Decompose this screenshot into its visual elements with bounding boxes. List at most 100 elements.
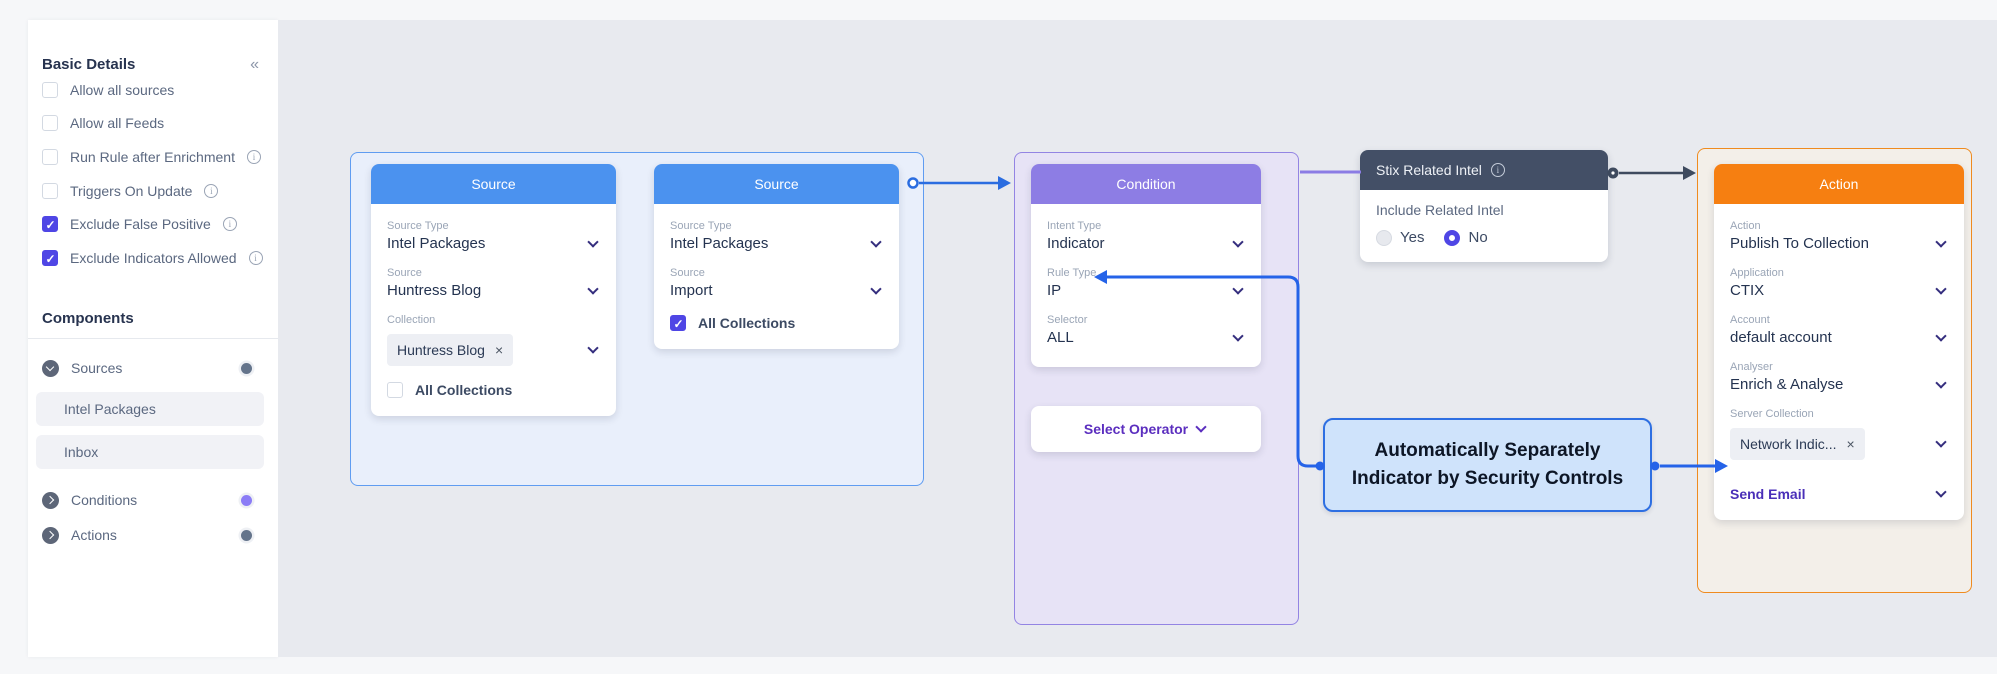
chevron-down-icon[interactable]	[1232, 235, 1244, 248]
all-collections-label: All Collections	[415, 382, 513, 398]
all-collections-label: All Collections	[698, 315, 796, 331]
action-node-header[interactable]: Action	[1714, 164, 1964, 204]
field-label: Action	[1730, 220, 1761, 232]
chevron-down-icon[interactable]	[1935, 235, 1947, 248]
checkbox[interactable]	[42, 250, 58, 266]
chevron-right-circle-icon[interactable]	[42, 526, 59, 544]
checkbox-label: Allow all Feeds	[70, 115, 165, 131]
chevron-right-circle-icon[interactable]	[42, 491, 59, 509]
group-label: Conditions	[71, 492, 138, 508]
chevron-down-icon[interactable]	[1935, 486, 1947, 498]
sources-status-dot	[241, 362, 252, 374]
sidebar-group-conditions[interactable]: Conditions	[42, 490, 268, 510]
stix-node-title: Stix Related Intel	[1376, 162, 1482, 178]
source-type-select[interactable]: Intel Packages	[387, 235, 600, 252]
remove-chip-icon[interactable]	[495, 343, 503, 357]
condition-group-container[interactable]: Condition Intent Type Indicator Rule Typ…	[1014, 152, 1299, 625]
condition-node[interactable]: Condition Intent Type Indicator Rule Typ…	[1031, 164, 1261, 367]
checkbox-row-allow-all-feeds: Allow all Feeds	[42, 113, 268, 133]
source-type-select[interactable]: Intel Packages	[670, 235, 883, 252]
annotation-note[interactable]: Automatically Separately Indicator by Se…	[1323, 418, 1652, 512]
chevron-down-icon[interactable]	[1935, 376, 1947, 389]
select-operator-label: Select Operator	[1083, 421, 1189, 437]
chevron-down-icon[interactable]	[1232, 282, 1244, 295]
chevron-down-icon[interactable]	[1232, 329, 1244, 342]
sidebar-group-sources[interactable]: Sources	[42, 358, 268, 378]
source-node-header[interactable]: Source	[371, 164, 616, 204]
send-email-label: Send Email	[1730, 486, 1806, 502]
source-node-header[interactable]: Source	[654, 164, 899, 204]
field-label: Selector	[1047, 314, 1088, 326]
chevron-down-icon[interactable]	[587, 342, 599, 354]
account-select[interactable]: default account	[1730, 329, 1948, 346]
group-label: Sources	[71, 360, 123, 376]
chevron-down-icon[interactable]	[587, 282, 599, 295]
workflow-canvas[interactable]: Source Source Type Intel Packages Source…	[278, 20, 1997, 657]
condition-node-header[interactable]: Condition	[1031, 164, 1261, 204]
application-select[interactable]: CTIX	[1730, 282, 1948, 299]
field-value: Publish To Collection	[1730, 235, 1869, 252]
collection-select[interactable]: Huntress Blog	[387, 334, 600, 366]
checkbox[interactable]	[42, 115, 58, 131]
action-select[interactable]: Publish To Collection	[1730, 235, 1948, 252]
action-field: Action Publish To Collection	[1730, 220, 1948, 252]
source-group-container[interactable]: Source Source Type Intel Packages Source…	[350, 152, 924, 486]
select-operator-button[interactable]: Select Operator	[1031, 406, 1261, 452]
server-collection-chip[interactable]: Network Indic...	[1730, 428, 1865, 460]
server-collection-select[interactable]: Network Indic...	[1730, 428, 1948, 460]
collection-chip[interactable]: Huntress Blog	[387, 334, 514, 366]
field-label: Rule Type	[1047, 267, 1097, 279]
field-label: Source	[670, 267, 705, 279]
source-select[interactable]: Huntress Blog	[387, 282, 600, 299]
chevron-down-icon[interactable]	[870, 235, 882, 248]
source-select[interactable]: Import	[670, 282, 883, 299]
stix-node-header[interactable]: Stix Related Intel	[1360, 150, 1608, 190]
checkbox[interactable]	[42, 149, 58, 165]
note-line-1: Automatically Separately	[1374, 439, 1601, 461]
chevron-down-icon[interactable]	[587, 235, 599, 248]
chevron-down-circle-icon[interactable]	[42, 359, 59, 377]
checkbox-row-run-rule-after-enrichment: Run Rule after Enrichment	[42, 147, 268, 167]
sidebar-item-inbox[interactable]: Inbox	[36, 435, 264, 469]
checkbox[interactable]	[42, 82, 58, 98]
field-label: Source Type	[387, 220, 449, 232]
action-node[interactable]: Action Action Publish To Collection Appl…	[1714, 164, 1964, 520]
radio-yes[interactable]	[1376, 229, 1392, 246]
analyser-select[interactable]: Enrich & Analyse	[1730, 376, 1948, 393]
intent-type-select[interactable]: Indicator	[1047, 235, 1245, 252]
checkbox-label: Allow all sources	[70, 82, 175, 98]
source-type-field: Source Type Intel Packages	[670, 220, 883, 252]
stix-related-intel-node[interactable]: Stix Related Intel Include Related Intel…	[1360, 150, 1608, 262]
chevron-down-icon[interactable]	[1935, 282, 1947, 295]
action-group-container[interactable]: Action Action Publish To Collection Appl…	[1697, 148, 1972, 593]
checkbox[interactable]	[42, 216, 58, 232]
radio-no[interactable]	[1444, 229, 1461, 246]
send-email-row[interactable]: Send Email	[1730, 486, 1948, 502]
actions-status-dot	[241, 529, 252, 541]
account-field: Account default account	[1730, 314, 1948, 346]
rule-builder-sidebar: Basic Details « Allow all sources Allow …	[28, 20, 278, 657]
selector-select[interactable]: ALL	[1047, 329, 1245, 346]
rule-type-select[interactable]: IP	[1047, 282, 1245, 299]
collapse-sidebar-icon[interactable]: «	[250, 56, 259, 74]
application-field: Application CTIX	[1730, 267, 1948, 299]
chevron-down-icon[interactable]	[1195, 421, 1207, 433]
checkbox-label: Exclude False Positive	[70, 216, 211, 232]
all-collections-checkbox[interactable]	[670, 315, 686, 331]
info-icon	[204, 184, 219, 198]
source-node-1[interactable]: Source Source Type Intel Packages Source…	[371, 164, 616, 416]
field-label: Source Type	[670, 220, 732, 232]
all-collections-checkbox[interactable]	[387, 382, 403, 398]
checkbox-row-exclude-false-positive: Exclude False Positive	[42, 214, 268, 234]
checkbox[interactable]	[42, 183, 58, 199]
info-icon	[248, 251, 263, 265]
source-node-2[interactable]: Source Source Type Intel Packages Source…	[654, 164, 899, 349]
chip-label: Network Indic...	[1740, 436, 1837, 452]
field-label: Analyser	[1730, 361, 1773, 373]
chevron-down-icon[interactable]	[1935, 329, 1947, 342]
sidebar-item-intel-packages[interactable]: Intel Packages	[36, 392, 264, 426]
chevron-down-icon[interactable]	[870, 282, 882, 295]
remove-chip-icon[interactable]	[1846, 437, 1854, 451]
sidebar-group-actions[interactable]: Actions	[42, 525, 268, 545]
chevron-down-icon[interactable]	[1935, 436, 1947, 448]
